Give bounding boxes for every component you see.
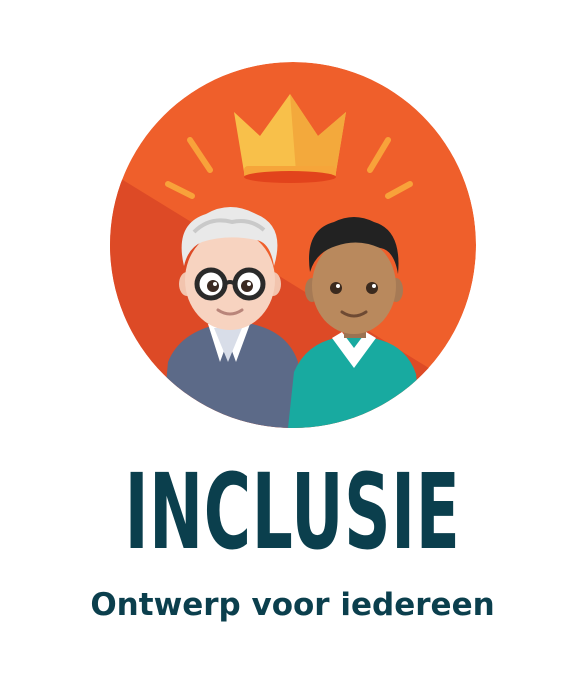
badge-subtitle: Ontwerp voor iedereen	[90, 587, 495, 623]
badge-title: INCLUSIE	[124, 451, 461, 573]
inclusion-illustration	[110, 62, 476, 428]
